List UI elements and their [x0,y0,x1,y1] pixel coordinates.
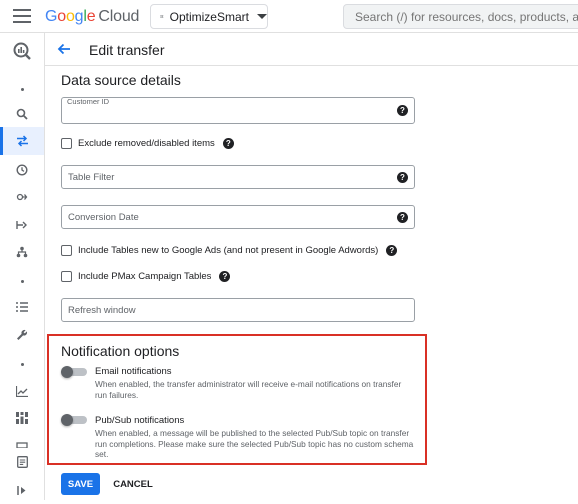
sidebar-dot [0,350,44,378]
page-title: Edit transfer [89,42,165,58]
conversion-date-placeholder: Conversion Date [68,212,139,223]
data-source-section-title: Data source details [61,72,181,88]
cancel-button[interactable]: CANCEL [111,473,155,495]
include-new-tables-label: Include Tables new to Google Ads (and no… [78,244,379,256]
project-selector[interactable]: OptimizeSmart [150,4,268,29]
refresh-window-placeholder: Refresh window [68,305,136,316]
exclude-removed-label: Exclude removed/disabled items [78,137,215,149]
email-notifications-description: When enabled, the transfer administrator… [95,379,402,400]
hamburger-menu-icon[interactable] [13,9,31,23]
sidebar-clock-icon[interactable] [0,156,44,184]
project-name: OptimizeSmart [169,9,249,24]
exclude-removed-help-icon[interactable]: ? [222,137,234,149]
sidebar-chart-icon[interactable] [0,377,44,405]
exclude-removed-row: Exclude removed/disabled items ? [61,136,234,150]
include-pmax-checkbox[interactable] [61,270,72,282]
top-bar: Google Cloud OptimizeSmart [0,0,578,33]
pubsub-notifications-description: When enabled, a message will be publishe… [95,428,414,459]
sidebar-dot [0,75,44,103]
exclude-removed-checkbox[interactable] [61,137,72,149]
pubsub-notifications-title: Pub/Sub notifications [95,415,185,426]
table-filter-help-icon[interactable]: ? [397,172,408,183]
sidebar-grid-icon[interactable] [0,404,44,432]
sidebar-analytics-hub-icon[interactable] [0,183,44,211]
left-sidebar [0,33,45,500]
project-icon [160,15,164,18]
customer-id-help-icon[interactable]: ? [397,105,408,116]
table-filter-placeholder: Table Filter [68,172,115,183]
customer-id-label: Customer ID [67,97,110,106]
sidebar-transfers-icon[interactable] [0,127,44,155]
include-pmax-label: Include PMax Campaign Tables [78,270,212,282]
conversion-date-help-icon[interactable]: ? [397,212,408,223]
include-new-tables-checkbox[interactable] [61,244,72,256]
sidebar-dataflow-icon[interactable] [0,211,44,239]
include-new-tables-help-icon[interactable]: ? [386,244,398,256]
include-new-tables-row: Include Tables new to Google Ads (and no… [61,243,398,257]
search-input[interactable] [343,4,578,29]
customer-id-field[interactable]: Customer ID ? [61,97,415,124]
notification-options-title: Notification options [61,343,180,359]
email-notifications-toggle[interactable] [61,366,87,378]
refresh-window-input[interactable]: Refresh window [61,298,415,322]
edit-transfer-form: Data source details Customer ID ? Exclud… [45,66,578,500]
back-arrow-icon[interactable] [56,41,72,57]
sidebar-dot [0,267,44,295]
chevron-down-icon [257,14,267,19]
sidebar-wrench-icon[interactable] [0,321,44,349]
sidebar-list-icon[interactable] [0,293,44,321]
include-pmax-row: Include PMax Campaign Tables ? [61,269,231,283]
conversion-date-input[interactable]: Conversion Date ? [61,205,415,229]
google-cloud-logo[interactable]: Google Cloud [45,8,139,26]
email-notifications-title: Email notifications [95,366,172,377]
sidebar-search-icon[interactable] [0,100,44,128]
sidebar-release-notes-icon[interactable] [0,448,44,476]
page-header: Edit transfer [45,33,578,66]
bigquery-logo-icon[interactable] [0,37,44,65]
pubsub-notifications-toggle[interactable] [61,414,87,426]
table-filter-input[interactable]: Table Filter ? [61,165,415,189]
notification-options-highlight: Notification options Email notifications… [47,334,427,465]
sidebar-hierarchy-icon[interactable] [0,238,44,266]
save-button[interactable]: SAVE [61,473,100,495]
include-pmax-help-icon[interactable]: ? [219,270,231,282]
